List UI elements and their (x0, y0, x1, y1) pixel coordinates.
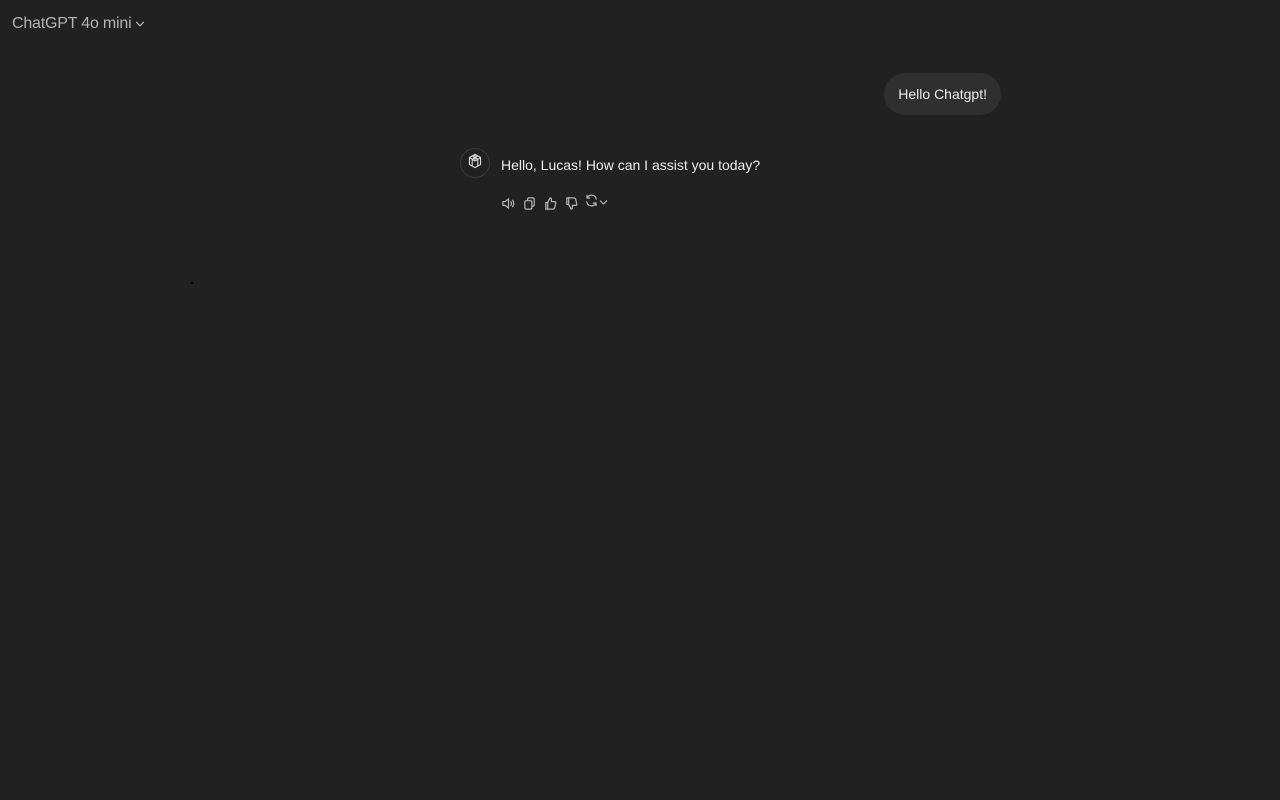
refresh-icon (584, 193, 599, 213)
assistant-avatar (460, 148, 490, 178)
thumbs-up-button[interactable] (540, 193, 561, 213)
copy-icon (522, 196, 537, 211)
thumbs-down-icon (564, 196, 579, 211)
cursor-dot (191, 282, 193, 284)
copy-button[interactable] (519, 193, 540, 213)
chevron-down-icon (599, 194, 608, 212)
chevron-down-icon (135, 19, 145, 29)
openai-logo-icon (466, 152, 484, 175)
user-message-text: Hello Chatgpt! (898, 86, 987, 102)
read-aloud-button[interactable] (498, 193, 519, 213)
thumbs-up-icon (543, 196, 558, 211)
assistant-message-text: Hello, Lucas! How can I assist you today… (501, 157, 761, 173)
speaker-icon (501, 196, 516, 211)
model-label: ChatGPT 4o mini (12, 15, 132, 32)
message-actions-bar (498, 193, 608, 213)
user-message-bubble: Hello Chatgpt! (884, 73, 1001, 115)
model-selector-button[interactable]: ChatGPT 4o mini (6, 10, 151, 38)
chat-window: ChatGPT 4o mini Hello Chatgpt! Hello, Lu… (0, 0, 1280, 800)
thumbs-down-button[interactable] (561, 193, 582, 213)
regenerate-button[interactable] (582, 193, 608, 213)
